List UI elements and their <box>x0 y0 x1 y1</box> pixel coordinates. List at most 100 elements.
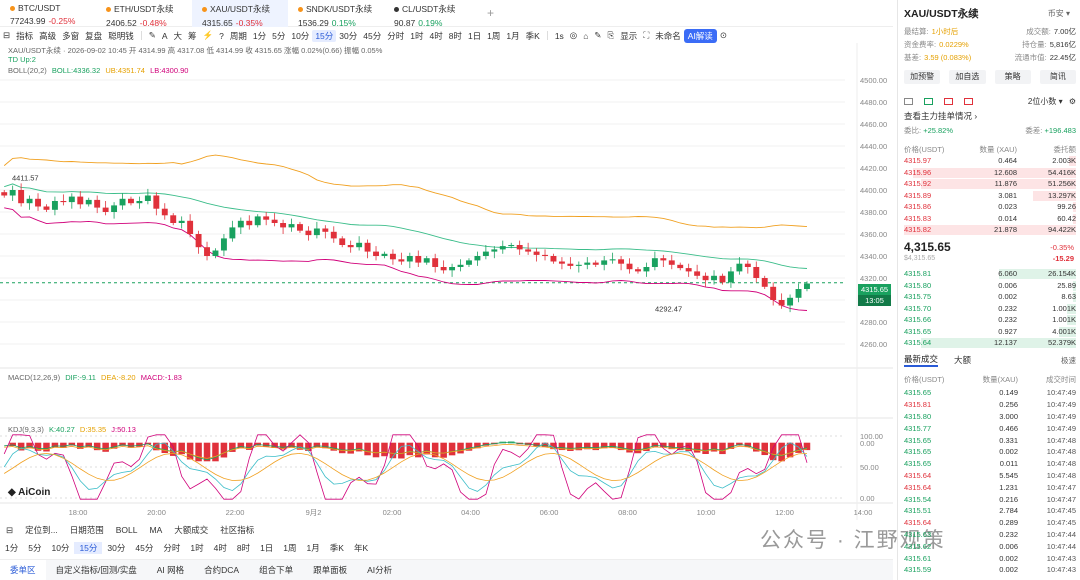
interval-btn[interactable]: 分时 <box>384 30 407 42</box>
trades-tab[interactable]: 最新成交 <box>904 353 939 367</box>
interval-btn[interactable]: 5分 <box>269 30 288 42</box>
interval-btn[interactable]: 8时 <box>232 542 255 554</box>
ticker-tab[interactable]: ETH/USDT永续 2406.52 -0.48% <box>96 0 192 28</box>
orderbook-row[interactable]: 4315.82 21.878 94.422K <box>904 224 1076 236</box>
period-select[interactable]: 周期 <box>227 30 250 42</box>
interval-btn[interactable]: 10分 <box>288 30 312 42</box>
interval-btn[interactable]: 5分 <box>23 542 46 554</box>
settings-icon[interactable]: ⚙ <box>1069 97 1076 106</box>
orderbook-row[interactable]: 4315.83 0.014 60.42 <box>904 213 1076 225</box>
candlestick-chart[interactable]: 4500.00 4480.00 4460.00 4440.00 4420.00 4400.… <box>0 43 893 520</box>
panel-action-button[interactable]: 简讯 <box>1039 70 1076 84</box>
layout-name[interactable]: 未命名 <box>652 30 684 42</box>
orderbook-row[interactable]: 4315.86 0.023 99.26 <box>904 201 1076 213</box>
more-icon[interactable]: ⊙ <box>717 30 730 41</box>
layout-list-icon[interactable] <box>964 97 973 105</box>
tool-icon[interactable]: ✎ <box>591 30 604 41</box>
interval-btn[interactable]: 30分 <box>102 542 130 554</box>
toolbar-btn[interactable]: 复盘 <box>82 30 105 42</box>
interval-btn[interactable]: 1日 <box>465 30 484 42</box>
interval-btn[interactable]: 分时 <box>158 542 185 554</box>
interval-btn[interactable]: 8时 <box>446 30 465 42</box>
ticker-tab[interactable]: CL/USDT永续 90.87 0.19% <box>384 0 480 28</box>
layout-both-icon[interactable] <box>904 97 913 105</box>
toolbar-left-icon[interactable]: ⊟ <box>0 30 13 41</box>
bottom-tool[interactable]: BOLL <box>110 525 144 535</box>
layout-asks-icon[interactable] <box>944 97 953 105</box>
bottom-tool[interactable]: 社区指标 <box>214 524 260 536</box>
orderbook-row[interactable]: 4315.89 3.081 13.297K <box>904 190 1076 202</box>
orderbook-row[interactable]: 4315.81 6.060 26.154K <box>904 268 1076 280</box>
chart-canvas[interactable]: 4500.00 4480.00 4460.00 4440.00 4420.00 4400.… <box>0 43 893 520</box>
trades-tab[interactable]: 大额 <box>954 354 971 366</box>
panel-tab[interactable]: AI 网格 <box>147 564 194 576</box>
bottom-tool[interactable]: 大额成交 <box>168 524 214 536</box>
tool-icon[interactable]: ✎ <box>146 30 159 41</box>
tool-icon[interactable]: A <box>159 31 171 41</box>
ticker-tab[interactable]: BTC/USDT 77243.99 -0.25% <box>0 0 96 27</box>
toolbar-btn[interactable]: 聪明钱 <box>105 30 137 42</box>
orderbook-row[interactable]: 4315.66 0.232 1.001K <box>904 314 1076 326</box>
orderbook-row[interactable]: 4315.96 12.608 54.416K <box>904 167 1076 179</box>
toolbar-btn[interactable]: 多窗 <box>59 30 82 42</box>
toolbar-btn[interactable]: 指标 <box>13 30 36 42</box>
interval-btn[interactable]: 1分 <box>250 30 269 42</box>
interval-btn[interactable]: 4时 <box>209 542 232 554</box>
orderbook-row[interactable]: 4315.70 0.232 1.001K <box>904 303 1076 315</box>
interval-btn[interactable]: 30分 <box>336 30 360 42</box>
bottom-tool[interactable]: 定位到... <box>19 524 64 536</box>
interval-btn[interactable]: 1日 <box>255 542 278 554</box>
tool-icon[interactable]: ⎘ <box>604 30 617 41</box>
toolbar-btn[interactable]: 高级 <box>36 30 59 42</box>
ticker-tab[interactable]: XAU/USDT永续 4315.65 -0.35% <box>192 0 288 28</box>
tool-icon[interactable]: ? <box>216 31 227 41</box>
orderbook-row[interactable]: 4315.65 0.927 4.001K <box>904 326 1076 338</box>
main-flow-link[interactable]: 查看主力挂单情况 › <box>904 110 977 122</box>
orderbook-row[interactable]: 4315.75 0.002 8.63 <box>904 291 1076 303</box>
orderbook-row[interactable]: 4315.64 12.137 52.379K <box>904 337 1076 349</box>
panel-tab[interactable]: 组合下单 <box>249 564 303 576</box>
ticker-tab[interactable]: SNDK/USDT永续 1536.29 0.15% <box>288 0 384 28</box>
bottom-tool[interactable]: 日期范围 <box>64 524 110 536</box>
panel-tab[interactable]: 合约DCA <box>194 564 249 576</box>
speed-toggle[interactable]: 极速 <box>1061 355 1076 366</box>
panel-action-button[interactable]: 加自选 <box>949 70 986 84</box>
refresh-select[interactable]: 1s <box>552 31 567 41</box>
panel-action-button[interactable]: 加预警 <box>904 70 941 84</box>
interval-btn[interactable]: 1分 <box>0 542 23 554</box>
tool-icon[interactable]: 筹 <box>185 30 200 42</box>
interval-btn[interactable]: 10分 <box>46 542 74 554</box>
collapse-icon[interactable]: ⊟ <box>0 525 19 536</box>
orderbook-row[interactable]: 4315.80 0.006 25.89 <box>904 280 1076 292</box>
interval-btn[interactable]: 15分 <box>312 29 337 42</box>
layout-bids-icon[interactable] <box>924 97 933 105</box>
interval-btn[interactable]: 1周 <box>278 542 301 554</box>
panel-tab[interactable]: AI分析 <box>357 564 402 576</box>
panel-action-button[interactable]: 策略 <box>994 70 1031 84</box>
tool-icon[interactable]: ⚡ <box>200 30 217 41</box>
interval-btn[interactable]: 15分 <box>74 542 103 554</box>
exchange-selector[interactable]: 币安 ▾ <box>1048 8 1070 19</box>
tool-icon[interactable]: ◎ <box>567 30 580 41</box>
interval-btn[interactable]: 1时 <box>407 30 426 42</box>
ai-interpret-button[interactable]: AI解读 <box>683 28 717 43</box>
interval-btn[interactable]: 季K <box>523 30 543 42</box>
panel-tab[interactable]: 跟单面板 <box>303 564 357 576</box>
interval-btn[interactable]: 1时 <box>185 542 208 554</box>
interval-btn[interactable]: 季K <box>325 542 349 554</box>
bottom-tool[interactable]: MA <box>143 525 168 535</box>
interval-btn[interactable]: 4时 <box>426 30 445 42</box>
tool-icon[interactable]: 大 <box>171 30 186 42</box>
interval-btn[interactable]: 年K <box>349 542 373 554</box>
orderbook-row[interactable]: 4315.97 0.464 2.003K <box>904 155 1076 167</box>
add-tab-icon[interactable]: + <box>487 6 494 20</box>
panel-tab[interactable]: 自定义指标/回测/实盘 <box>46 564 147 576</box>
interval-btn[interactable]: 1周 <box>484 30 503 42</box>
panel-tab[interactable]: 委单区 <box>0 559 46 580</box>
interval-btn[interactable]: 1月 <box>302 542 325 554</box>
fullscreen-icon[interactable]: ⛶ <box>640 30 652 41</box>
display-btn[interactable]: 显示 <box>617 30 640 42</box>
interval-btn[interactable]: 45分 <box>130 542 158 554</box>
interval-btn[interactable]: 1月 <box>503 30 522 42</box>
depth-select[interactable]: 2位小数 ▾ ⚙ <box>1028 96 1076 107</box>
